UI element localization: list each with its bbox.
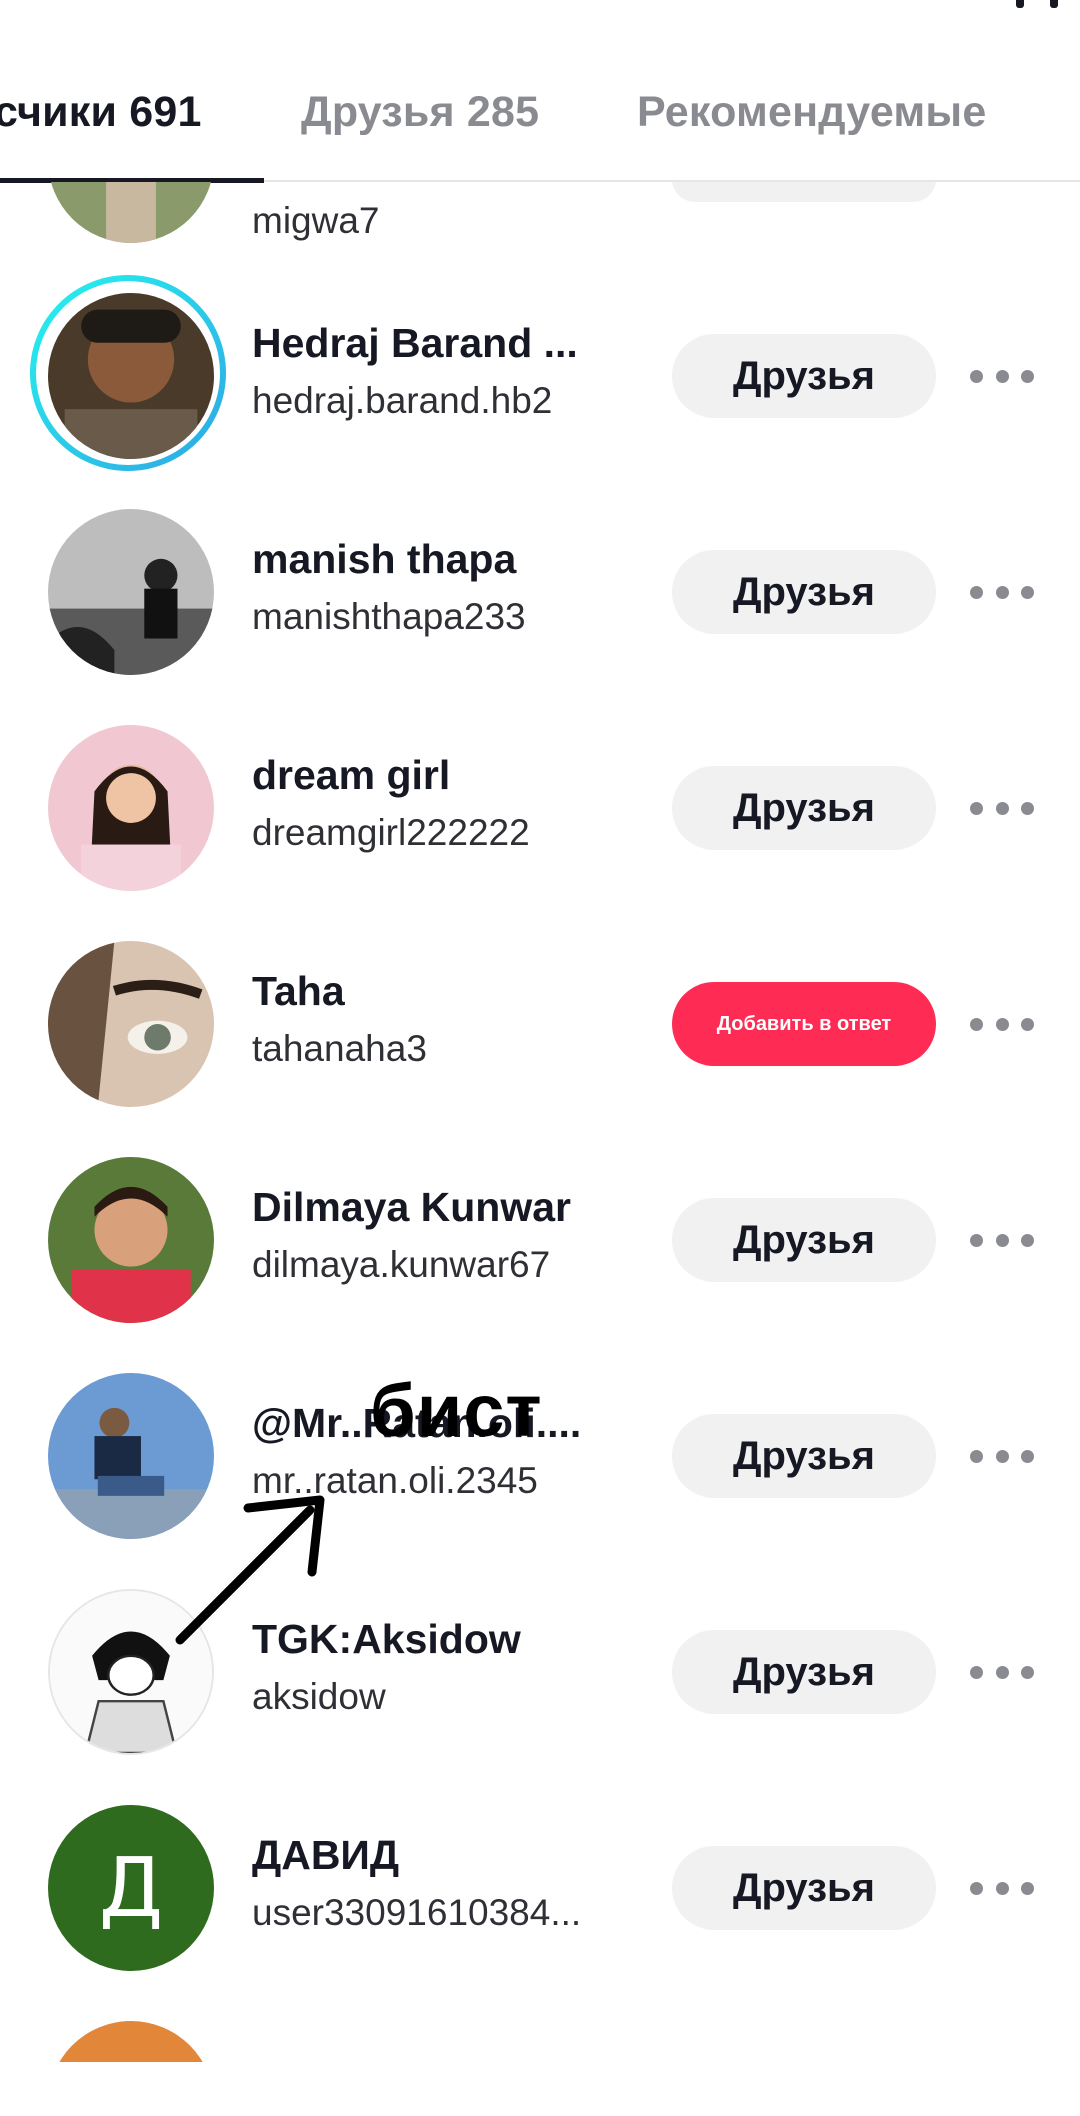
friends-button[interactable]: Друзья <box>672 550 936 634</box>
friends-button[interactable]: Друзья <box>672 1414 936 1498</box>
more-options-icon[interactable] <box>970 792 1034 824</box>
friends-button[interactable] <box>672 182 936 202</box>
avatar[interactable] <box>48 725 214 891</box>
list-item[interactable]: Taha tahanaha3 Добавить в ответ <box>0 916 1080 1132</box>
avatar[interactable] <box>48 2021 214 2062</box>
avatar[interactable] <box>48 509 214 675</box>
tab-bar: счики 691 Друзья 285 Рекомендуемые <box>0 60 1080 183</box>
user-handle: dilmaya.kunwar67 <box>252 1244 551 1285</box>
user-display-name: manish thapa <box>252 536 517 582</box>
overlay-annotation-text: бист <box>370 1369 543 1452</box>
list-item[interactable]: migwa7 <box>0 182 1080 268</box>
user-handle: tahanaha3 <box>252 1028 427 1069</box>
list-item[interactable]: dream girl dreamgirl222222 Друзья <box>0 700 1080 916</box>
user-handle: dreamgirl222222 <box>252 812 530 853</box>
user-display-name: Dilmaya Kunwar <box>252 1184 571 1230</box>
follower-list: migwa7 Hedraj Barand ... hedraj.barand.h… <box>0 182 1080 2062</box>
user-display-name: Taha <box>252 968 345 1014</box>
friends-button[interactable]: Друзья <box>672 1846 936 1930</box>
list-item[interactable]: TGK:Aksidow aksidow Друзья <box>0 1564 1080 1780</box>
followers-screen: счики 691 Друзья 285 Рекомендуемые migwa… <box>0 0 1080 2116</box>
user-display-name: Hedraj Barand ... <box>252 320 578 366</box>
annotation-arrow-icon <box>175 1495 325 1645</box>
tab-followers[interactable]: счики 691 <box>0 88 202 137</box>
tab-friends[interactable]: Друзья 285 <box>301 88 539 137</box>
friends-button[interactable]: Друзья <box>672 766 936 850</box>
list-item[interactable]: Д ДАВИД user33091610384... Друзья <box>0 1780 1080 1996</box>
user-display-name: ДАВИД <box>252 1832 400 1878</box>
friends-button[interactable]: Друзья <box>672 1198 936 1282</box>
list-item[interactable]: manish thapa manishthapa233 Друзья <box>0 484 1080 700</box>
user-handle: hedraj.barand.hb2 <box>252 380 553 421</box>
follow-back-button[interactable]: Добавить в ответ <box>672 982 936 1066</box>
avatar[interactable] <box>48 1157 214 1323</box>
avatar[interactable] <box>48 182 214 243</box>
user-handle: aksidow <box>252 1676 386 1717</box>
more-options-icon[interactable] <box>970 1008 1034 1040</box>
friends-button[interactable]: Друзья <box>672 334 936 418</box>
more-options-icon[interactable] <box>970 1656 1034 1688</box>
list-item[interactable] <box>0 1996 1080 2062</box>
status-bar-fragment <box>1010 0 1070 10</box>
list-item[interactable]: Dilmaya Kunwar dilmaya.kunwar67 Друзья <box>0 1132 1080 1348</box>
user-handle: manishthapa233 <box>252 596 526 637</box>
user-handle: migwa7 <box>252 200 380 241</box>
user-handle: user33091610384... <box>252 1892 582 1933</box>
more-options-icon[interactable] <box>970 576 1034 608</box>
avatar[interactable] <box>48 293 214 459</box>
more-options-icon[interactable] <box>970 1440 1034 1472</box>
avatar[interactable] <box>48 941 214 1107</box>
more-options-icon[interactable] <box>970 360 1034 392</box>
list-item[interactable]: Hedraj Barand ... hedraj.barand.hb2 Друз… <box>0 268 1080 484</box>
avatar[interactable]: Д <box>48 1805 214 1971</box>
more-options-icon[interactable] <box>970 1224 1034 1256</box>
tab-suggested[interactable]: Рекомендуемые <box>637 88 986 137</box>
friends-button[interactable]: Друзья <box>672 1630 936 1714</box>
more-options-icon[interactable] <box>970 1872 1034 1904</box>
user-display-name: dream girl <box>252 752 451 798</box>
